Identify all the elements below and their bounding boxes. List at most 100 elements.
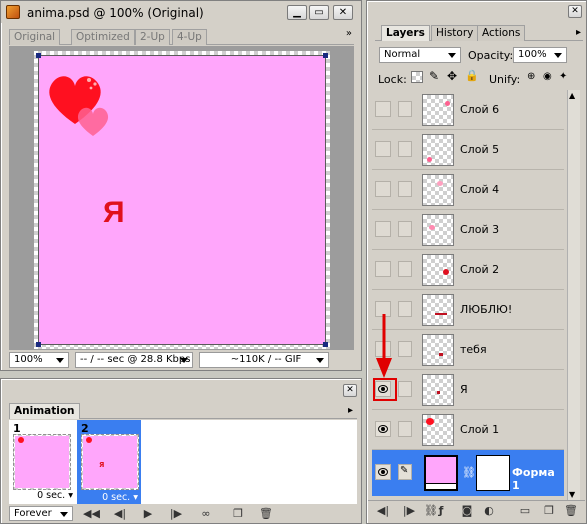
new-layer-icon[interactable]: ❐ xyxy=(542,505,556,517)
visibility-toggle[interactable] xyxy=(375,464,391,480)
canvas[interactable]: Я xyxy=(36,53,328,347)
link-toggle[interactable] xyxy=(398,301,412,317)
link-toggle[interactable] xyxy=(398,141,412,157)
tab-4up[interactable]: 4-Up xyxy=(172,29,207,45)
zoom-select[interactable]: 100% xyxy=(9,352,69,368)
add-mask-icon[interactable]: ◙ xyxy=(460,505,474,517)
lock-image-icon[interactable]: ✎ xyxy=(429,69,439,83)
maximize-button[interactable]: ▭ xyxy=(309,5,329,20)
chain-link-icon[interactable]: ⛓ xyxy=(462,466,476,479)
panel-menu-icon[interactable]: ▸ xyxy=(348,405,353,416)
tab-animation[interactable]: Animation xyxy=(9,403,80,419)
layer-row[interactable]: Я xyxy=(372,370,564,410)
link-toggle[interactable] xyxy=(398,381,412,397)
frame-delay[interactable]: 0 sec. ▾ xyxy=(37,490,73,501)
first-frame-icon[interactable]: ◀◀ xyxy=(83,508,100,520)
panel-menu-icon[interactable]: » xyxy=(346,28,352,39)
visibility-toggle[interactable] xyxy=(375,261,391,277)
tab-optimized[interactable]: Optimized xyxy=(71,29,135,45)
visibility-toggle[interactable] xyxy=(375,181,391,197)
link-toggle[interactable] xyxy=(398,181,412,197)
frame-1[interactable]: 1 0 sec. ▾ xyxy=(11,422,75,501)
previous-frame-icon[interactable]: ◀| xyxy=(376,505,390,517)
layer-thumbnail xyxy=(422,374,454,406)
link-toggle[interactable] xyxy=(398,341,412,357)
close-button[interactable]: ✕ xyxy=(333,5,353,20)
animation-toolbar: Forever ◀◀ ◀| ▶ |▶ ∞ ❐ 🗑 xyxy=(9,506,357,522)
chevron-down-icon xyxy=(448,53,456,58)
layer-row[interactable]: Слой 2 xyxy=(372,250,564,290)
tab-2up[interactable]: 2-Up xyxy=(135,29,170,45)
layer-style-icon[interactable]: ƒ xyxy=(434,505,448,517)
layer-row[interactable]: Слой 1 xyxy=(372,410,564,450)
layer-name: Слой 6 xyxy=(460,103,500,116)
trash-icon[interactable]: 🗑 xyxy=(259,508,273,520)
next-frame-icon[interactable]: |▶ xyxy=(169,508,183,520)
unify-style-icon[interactable]: ✦ xyxy=(559,71,567,82)
visibility-toggle[interactable] xyxy=(375,141,391,157)
link-toggle[interactable] xyxy=(398,221,412,237)
adjustment-layer-icon[interactable]: ◐ xyxy=(482,505,496,517)
link-toggle[interactable] xyxy=(398,421,412,437)
layer-thumbnail xyxy=(422,294,454,326)
layers-scrollbar[interactable]: ▲ ▼ xyxy=(567,90,580,500)
eye-icon xyxy=(378,468,388,476)
opacity-input[interactable]: 100% xyxy=(513,47,567,63)
frame-delay[interactable]: 0 sec. ▾ xyxy=(102,492,138,503)
next-frame-icon[interactable]: |▶ xyxy=(402,505,416,517)
tab-layers[interactable]: Layers xyxy=(381,25,430,41)
blend-mode-select[interactable]: Normal xyxy=(379,47,461,63)
file-info-select[interactable]: ~110K / -- GIF xyxy=(199,352,329,368)
tween-icon[interactable]: ∞ xyxy=(199,508,213,520)
previous-frame-icon[interactable]: ◀| xyxy=(113,508,127,520)
frame-thumbnail: Я xyxy=(81,434,139,490)
layer-row[interactable]: Слой 3 xyxy=(372,210,564,250)
panel-menu-icon[interactable]: ▸ xyxy=(576,27,581,38)
trash-icon[interactable]: 🗑 xyxy=(564,505,578,517)
tab-original[interactable]: Original xyxy=(9,29,61,45)
eye-icon xyxy=(378,385,388,393)
visibility-toggle[interactable] xyxy=(375,101,391,117)
chevron-down-icon xyxy=(180,358,188,363)
brush-toggle[interactable]: ✎ xyxy=(398,464,412,480)
layer-row[interactable]: тебя xyxy=(372,330,564,370)
tab-history[interactable]: History xyxy=(431,25,479,41)
layer-row[interactable]: Слой 5 xyxy=(372,130,564,170)
lock-label: Lock: xyxy=(378,73,407,86)
layer-name: Форма 1 xyxy=(512,466,555,492)
layer-row[interactable]: Слой 6 xyxy=(372,90,564,130)
chevron-down-icon xyxy=(316,358,324,363)
loop-select[interactable]: Forever xyxy=(9,506,73,521)
new-group-icon[interactable]: ▭ xyxy=(518,505,532,517)
layer-name: Слой 3 xyxy=(460,223,500,236)
layer-row-selected[interactable]: ✎ ⛓ Форма 1 xyxy=(372,450,564,496)
visibility-toggle[interactable] xyxy=(375,421,391,437)
lock-transparency-icon[interactable] xyxy=(411,71,423,83)
unify-visibility-icon[interactable]: ◉ xyxy=(543,71,552,82)
download-time-select[interactable]: -- / -- sec @ 28.8 Kbps xyxy=(75,352,193,368)
frames-area: 1 0 sec. ▾ 2 Я 0 sec. ▾ xyxy=(9,420,357,504)
document-titlebar[interactable]: anima.psd @ 100% (Original) ▁ ▭ ✕ xyxy=(1,1,361,23)
new-frame-icon[interactable]: ❐ xyxy=(231,508,245,520)
visibility-toggle[interactable] xyxy=(375,221,391,237)
slice-corner-bl xyxy=(36,342,41,347)
minimize-button[interactable]: ▁ xyxy=(287,5,307,20)
frame-2[interactable]: 2 Я 0 sec. ▾ xyxy=(77,420,141,504)
tab-actions[interactable]: Actions xyxy=(477,25,526,41)
layer-thumbnail xyxy=(422,174,454,206)
layers-tabbar: Layers History Actions ▸ xyxy=(375,25,583,41)
animation-panel: ✕ Animation ▸ 1 0 sec. ▾ 2 Я 0 sec. ▾ Fo… xyxy=(0,378,362,524)
layer-row[interactable]: Слой 4 xyxy=(372,170,564,210)
close-panel-button[interactable]: ✕ xyxy=(568,5,582,18)
unify-position-icon[interactable]: ⊕ xyxy=(527,71,535,82)
slice-corner-tl xyxy=(36,53,41,58)
play-icon[interactable]: ▶ xyxy=(141,508,155,520)
lock-all-icon[interactable]: 🔒 xyxy=(465,69,479,82)
link-toggle[interactable] xyxy=(398,101,412,117)
layer-thumbnail xyxy=(422,214,454,246)
visibility-toggle[interactable] xyxy=(375,381,391,397)
link-toggle[interactable] xyxy=(398,261,412,277)
layer-row[interactable]: ЛЮБЛЮ! xyxy=(372,290,564,330)
lock-position-icon[interactable]: ✥ xyxy=(447,69,457,83)
close-panel-button[interactable]: ✕ xyxy=(343,384,357,397)
